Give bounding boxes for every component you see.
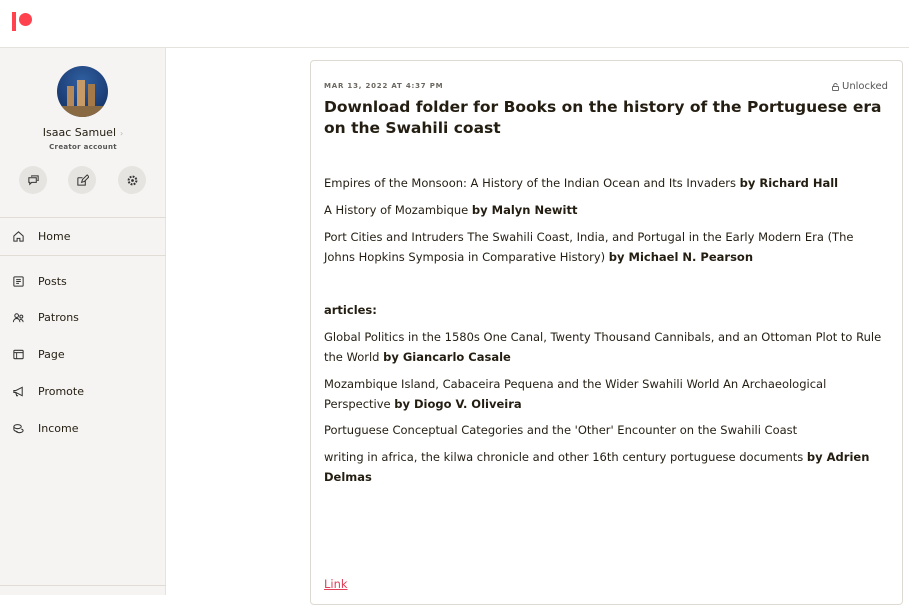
nav-promote[interactable]: Promote [12, 380, 162, 402]
article-item: writing in africa, the kilwa chronicle a… [324, 450, 870, 484]
nav-income[interactable]: Income [12, 417, 162, 439]
patreon-logo-icon[interactable] [12, 12, 34, 32]
nav-posts[interactable]: Posts [12, 270, 162, 292]
nav-promote-label: Promote [38, 384, 84, 398]
unlocked-label: Unlocked [842, 81, 888, 92]
income-icon [12, 422, 25, 435]
unlock-icon [832, 82, 839, 91]
nav-posts-label: Posts [38, 274, 67, 288]
gear-icon [127, 175, 137, 185]
settings-button[interactable] [118, 166, 146, 194]
chevron-right-icon: › [120, 129, 124, 138]
post-date: MAR 13, 2022 AT 4:37 PM [324, 82, 444, 90]
avatar[interactable] [57, 66, 108, 117]
username-label: Isaac Samuel [42, 126, 117, 139]
nav-page[interactable]: Page [12, 343, 162, 365]
articles-heading: articles: [324, 303, 377, 317]
page-icon [12, 348, 25, 361]
article-item: Global Politics in the 1580s One Canal, … [324, 330, 882, 364]
chat-icon [27, 174, 39, 185]
home-icon [12, 230, 25, 243]
nav-patrons-label: Patrons [38, 310, 79, 324]
download-link[interactable]: Link [324, 577, 348, 591]
unlocked-badge: Unlocked [832, 81, 888, 92]
username[interactable]: Isaac Samuel › [0, 126, 166, 139]
edit-button[interactable] [68, 166, 96, 194]
chat-button[interactable] [19, 166, 47, 194]
megaphone-icon [12, 385, 25, 398]
article-item: Portuguese Conceptual Categories and the… [324, 423, 798, 437]
posts-icon [12, 275, 25, 288]
nav-home-label: Home [38, 229, 71, 243]
nav-patrons[interactable]: Patrons [12, 306, 162, 328]
account-type: Creator account [49, 143, 117, 151]
book-item: A History of Mozambique by Malyn Newitt [324, 203, 578, 217]
book-item: Port Cities and Intruders The Swahili Co… [324, 230, 854, 264]
post-title: Download folder for Books on the history… [324, 98, 882, 137]
book-item: Empires of the Monsoon: A History of the… [324, 176, 839, 190]
sidebar: Isaac Samuel › Creator account Home Posts… [0, 48, 166, 595]
nav-page-label: Page [38, 347, 65, 361]
article-item: Mozambique Island, Cabaceira Pequena and… [324, 377, 827, 411]
post-card: MAR 13, 2022 AT 4:37 PM Unlocked Downloa… [310, 60, 903, 605]
nav-home[interactable]: Home [12, 225, 162, 247]
top-bar [0, 0, 909, 48]
patrons-icon [12, 311, 25, 324]
nav-income-label: Income [38, 421, 79, 435]
edit-icon [76, 173, 89, 186]
